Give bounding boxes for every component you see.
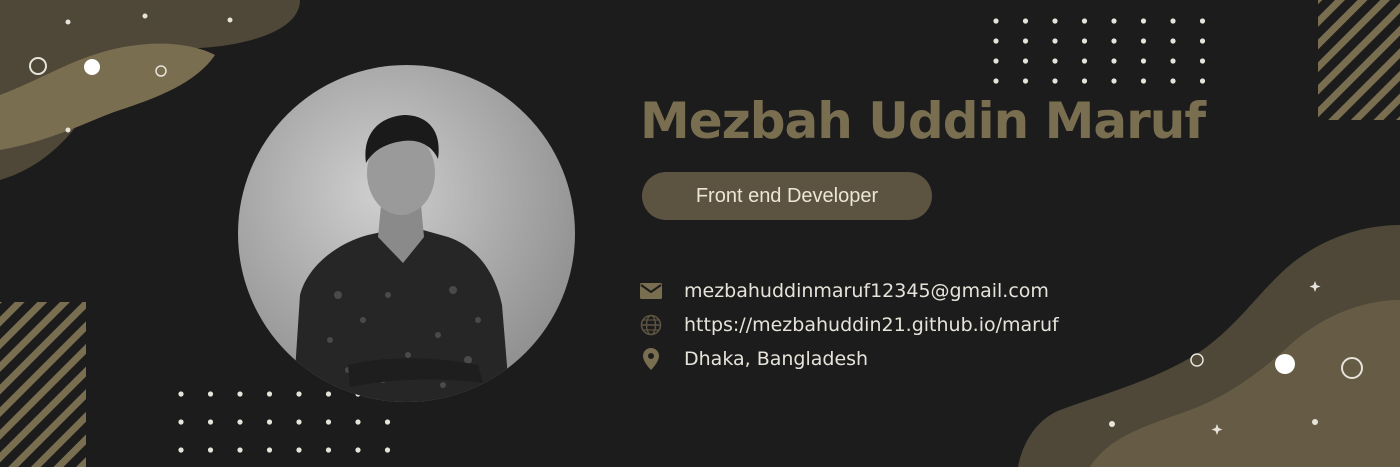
grid-dot bbox=[1111, 58, 1117, 64]
grid-dot bbox=[1052, 38, 1058, 44]
grid-dot bbox=[1199, 18, 1206, 24]
grid-dot bbox=[1022, 58, 1029, 64]
profile-banner: Mezbah Uddin Maruf Front end Developer m… bbox=[0, 0, 1400, 467]
grid-dot bbox=[1199, 58, 1206, 64]
grid-dot bbox=[993, 78, 999, 84]
globe-icon bbox=[638, 312, 664, 338]
grid-dot bbox=[325, 419, 332, 425]
grid-dot bbox=[1170, 18, 1176, 24]
solid-dot bbox=[84, 59, 100, 75]
grid-dot bbox=[178, 419, 184, 425]
location-pin-icon bbox=[638, 346, 664, 372]
grid-dot bbox=[207, 391, 214, 397]
grid-dot bbox=[1111, 18, 1117, 24]
grid-dot bbox=[1199, 38, 1206, 44]
grid-dot bbox=[1052, 18, 1058, 24]
grid-dot bbox=[1140, 38, 1147, 44]
grid-dot bbox=[237, 447, 243, 453]
grid-dot bbox=[1140, 78, 1147, 84]
small-dot bbox=[65, 19, 71, 25]
grid-dot bbox=[1081, 58, 1088, 64]
contact-email[interactable]: mezbahuddinmaruf12345@gmail.com bbox=[638, 274, 1059, 308]
profile-photo bbox=[238, 65, 575, 402]
small-dot bbox=[1109, 421, 1115, 427]
role-badge: Front end Developer bbox=[642, 172, 932, 220]
grid-dot bbox=[1170, 78, 1176, 84]
profile-name: Mezbah Uddin Maruf bbox=[640, 92, 1206, 150]
grid-dot bbox=[1140, 58, 1147, 64]
grid-dot bbox=[325, 447, 332, 453]
dot-grid-top-right bbox=[993, 18, 1206, 84]
grid-dot bbox=[1111, 78, 1117, 84]
contact-location: Dhaka, Bangladesh bbox=[638, 342, 1059, 376]
email-link[interactable]: mezbahuddinmaruf12345@gmail.com bbox=[684, 280, 1049, 302]
grid-dot bbox=[1022, 78, 1029, 84]
small-dot bbox=[1312, 419, 1318, 425]
grid-dot bbox=[1022, 38, 1029, 44]
grid-dot bbox=[178, 447, 184, 453]
grid-dot bbox=[266, 447, 273, 453]
grid-dot bbox=[355, 419, 361, 425]
grid-dot bbox=[296, 447, 302, 453]
mail-icon bbox=[638, 278, 664, 304]
grid-dot bbox=[266, 419, 273, 425]
contact-website[interactable]: https://mezbahuddin21.github.io/maruf bbox=[638, 308, 1059, 342]
striped-block-bottom-left bbox=[0, 302, 86, 467]
grid-dot bbox=[384, 419, 391, 425]
grid-dot bbox=[993, 38, 999, 44]
grid-dot bbox=[993, 58, 999, 64]
solid-dot bbox=[1275, 354, 1295, 374]
grid-dot bbox=[1081, 78, 1088, 84]
grid-dot bbox=[1081, 38, 1088, 44]
grid-dot bbox=[355, 447, 361, 453]
striped-block-top-right bbox=[1318, 0, 1400, 120]
grid-dot bbox=[178, 391, 184, 397]
contact-list: mezbahuddinmaruf12345@gmail.com https://… bbox=[638, 274, 1059, 376]
grid-dot bbox=[1052, 78, 1058, 84]
grid-dot bbox=[1111, 38, 1117, 44]
grid-dot bbox=[1170, 58, 1176, 64]
person-silhouette-icon bbox=[293, 115, 510, 402]
grid-dot bbox=[993, 18, 999, 24]
location-text: Dhaka, Bangladesh bbox=[684, 348, 869, 370]
grid-dot bbox=[207, 419, 214, 425]
small-dot bbox=[142, 13, 148, 19]
grid-dot bbox=[296, 419, 302, 425]
grid-dot bbox=[207, 447, 214, 453]
grid-dot bbox=[384, 447, 391, 453]
grid-dot bbox=[1140, 18, 1147, 24]
grid-dot bbox=[1081, 18, 1088, 24]
grid-dot bbox=[1052, 58, 1058, 64]
grid-dot bbox=[1022, 18, 1029, 24]
grid-dot bbox=[237, 419, 243, 425]
website-link[interactable]: https://mezbahuddin21.github.io/maruf bbox=[684, 314, 1059, 336]
grid-dot bbox=[1170, 38, 1176, 44]
small-dot bbox=[227, 17, 233, 23]
grid-dot bbox=[1199, 78, 1206, 84]
small-dot bbox=[65, 127, 71, 133]
decorative-background bbox=[0, 0, 1400, 467]
